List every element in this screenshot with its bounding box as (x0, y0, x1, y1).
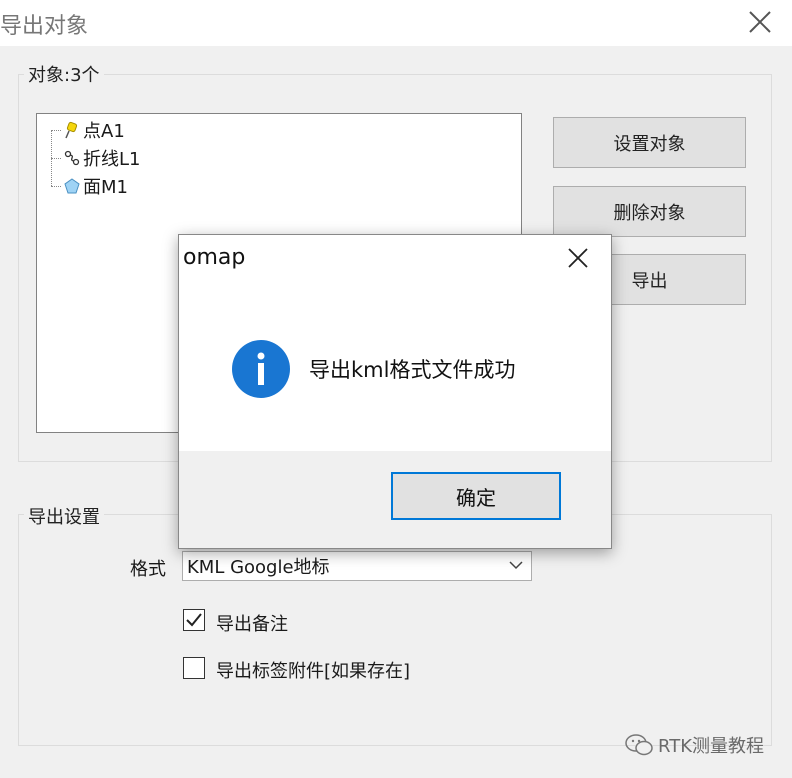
tree-branch (51, 157, 61, 159)
tree-branch (51, 129, 61, 131)
watermark-text: RTK测量教程 (658, 736, 764, 757)
title-bar: 导出对象 (0, 0, 792, 46)
format-select-value: KML Google地标 (187, 557, 330, 578)
tree-item-point[interactable]: 点A1 (51, 117, 125, 143)
chevron-down-icon (509, 561, 523, 570)
objects-group-label: 对象:3个 (24, 61, 104, 87)
export-notes-checkbox[interactable] (183, 609, 205, 631)
info-icon (232, 340, 290, 398)
close-icon[interactable] (746, 8, 774, 36)
dialog-title: omap (183, 245, 246, 270)
checkmark-icon (186, 613, 202, 627)
ok-button[interactable]: 确定 (391, 472, 561, 520)
polygon-icon (63, 177, 81, 195)
export-notes-label: 导出备注 (216, 614, 288, 635)
tree-item-polygon[interactable]: 面M1 (51, 173, 128, 199)
window-title: 导出对象 (0, 14, 89, 39)
export-settings-label: 导出设置 (24, 503, 104, 529)
export-attachments-label: 导出标签附件[如果存在] (216, 661, 411, 682)
close-icon[interactable] (567, 247, 589, 269)
message-dialog: omap 导出kml格式文件成功 确定 (178, 234, 612, 549)
format-select[interactable]: KML Google地标 (182, 551, 532, 581)
tree-item-label: 面M1 (83, 177, 128, 198)
pushpin-icon (63, 121, 81, 139)
delete-object-button[interactable]: 删除对象 (553, 186, 746, 237)
polyline-icon (63, 149, 81, 167)
set-object-button[interactable]: 设置对象 (553, 117, 746, 168)
export-attachments-checkbox[interactable] (183, 657, 205, 679)
tree-item-polyline[interactable]: 折线L1 (51, 145, 140, 171)
tree-item-label: 折线L1 (83, 149, 141, 170)
tree-branch (51, 185, 61, 187)
dialog-message: 导出kml格式文件成功 (309, 358, 516, 382)
tree-item-label: 点A1 (83, 121, 125, 142)
format-label: 格式 (130, 559, 166, 580)
wechat-icon (625, 734, 653, 756)
watermark: RTK测量教程 (624, 732, 764, 758)
